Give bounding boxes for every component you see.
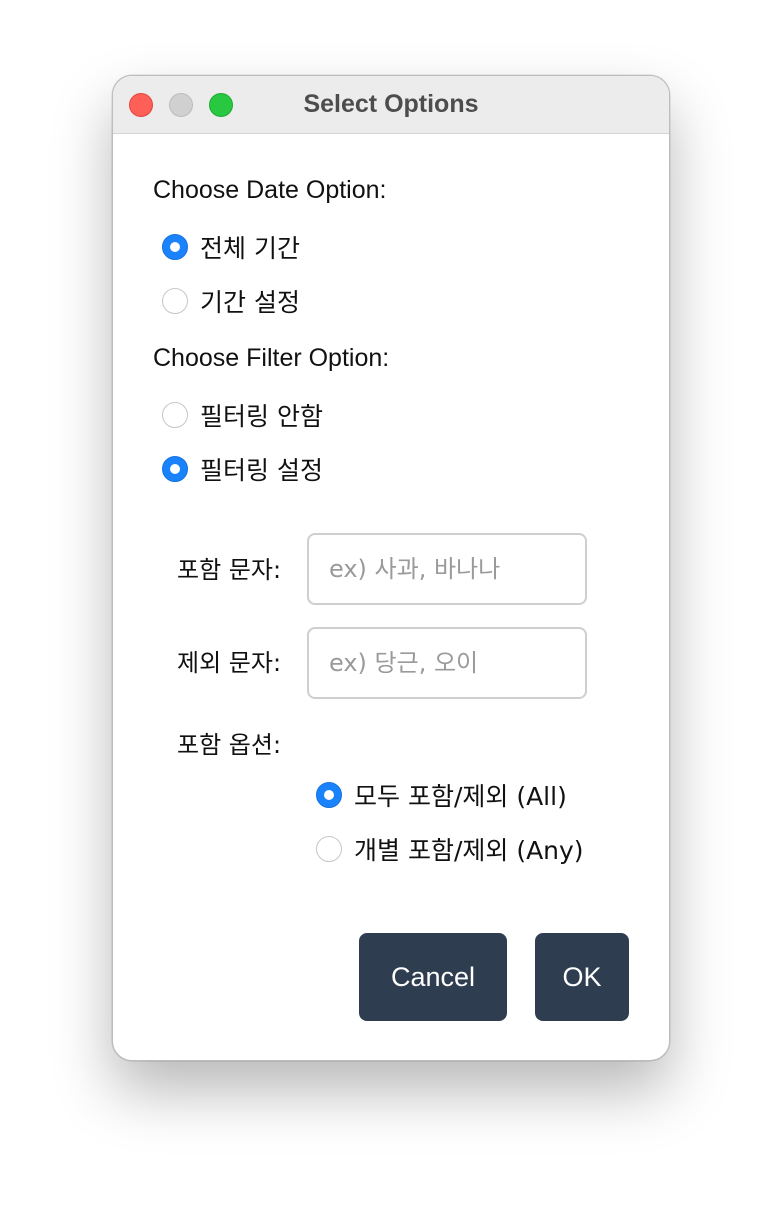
match-option-all[interactable]: 모두 포함/제외 (All)	[316, 778, 567, 812]
date-option-all-period[interactable]: 전체 기간	[162, 230, 300, 264]
ok-button[interactable]: OK	[535, 933, 629, 1021]
radio-label: 필터링 설정	[200, 456, 323, 485]
cancel-button[interactable]: Cancel	[359, 933, 507, 1021]
filter-option-heading: Choose Filter Option:	[153, 344, 390, 372]
filter-option-set[interactable]: 필터링 설정	[162, 452, 323, 486]
match-option-any[interactable]: 개별 포함/제외 (Any)	[316, 832, 584, 866]
date-option-set-period[interactable]: 기간 설정	[162, 284, 300, 318]
date-option-heading: Choose Date Option:	[153, 176, 387, 204]
radio-label: 개별 포함/제외 (Any)	[354, 836, 584, 865]
radio-label: 기간 설정	[200, 288, 300, 317]
radio-selected-icon[interactable]	[162, 456, 188, 482]
radio-label: 모두 포함/제외 (All)	[354, 782, 567, 811]
match-option-label: 포함 옵션:	[177, 731, 282, 759]
window-title: Select Options	[303, 90, 479, 118]
radio-unselected-icon[interactable]	[162, 288, 188, 314]
title-bar[interactable]: Select Options	[113, 76, 669, 134]
radio-selected-icon[interactable]	[162, 234, 188, 260]
exclude-text-label: 제외 문자:	[177, 649, 282, 677]
radio-label: 필터링 안함	[200, 402, 323, 431]
exclude-text-input[interactable]	[307, 627, 587, 699]
select-options-dialog: Select Options Choose Date Option: 전체 기간…	[112, 75, 670, 1061]
include-text-input[interactable]	[307, 533, 587, 605]
radio-selected-icon[interactable]	[316, 782, 342, 808]
radio-label: 전체 기간	[200, 234, 300, 263]
radio-unselected-icon[interactable]	[162, 402, 188, 428]
filter-option-none[interactable]: 필터링 안함	[162, 398, 323, 432]
include-text-label: 포함 문자:	[177, 556, 282, 584]
radio-unselected-icon[interactable]	[316, 836, 342, 862]
